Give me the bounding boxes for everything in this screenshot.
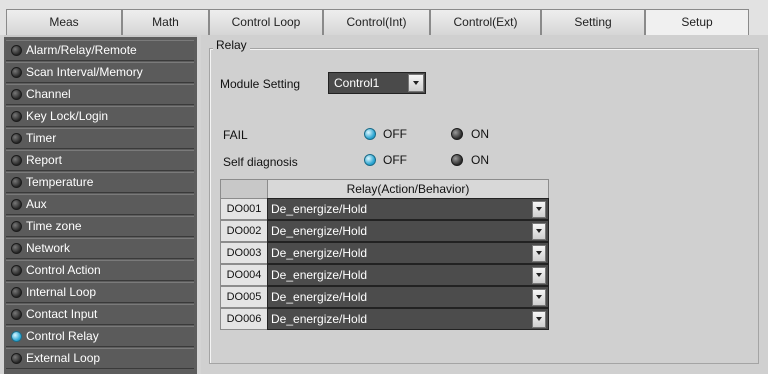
cell-value: De_energize/Hold [271,312,368,326]
chevron-down-icon[interactable] [532,311,546,328]
row-label: DO002 [220,220,268,242]
relay-select-do004[interactable]: De_energize/Hold [267,264,549,286]
status-dot-icon [11,133,22,144]
row-label: DO003 [220,242,268,264]
sidebar-item-channel[interactable]: Channel [6,84,194,105]
relay-select-do005[interactable]: De_energize/Hold [267,286,549,308]
tab-setting[interactable]: Setting [541,9,645,35]
sidebar-item-label: Timer [26,131,57,145]
status-dot-icon [11,89,22,100]
sidebar-item-key-lock-login[interactable]: Key Lock/Login [6,106,194,127]
sidebar-item-label: Internal Loop [26,285,97,299]
sidebar-item-alarm-relay-remote[interactable]: Alarm/Relay/Remote [6,40,194,61]
tab-control-loop[interactable]: Control Loop [209,9,323,35]
fail-off-label: OFF [383,127,407,141]
status-dot-icon [11,177,22,188]
module-setting-select[interactable]: Control1 [328,72,426,94]
chevron-down-icon[interactable] [532,245,546,262]
self-diagnosis-off-label: OFF [383,153,407,167]
tab-control-ext[interactable]: Control(Ext) [430,9,541,35]
sidebar-item-temperature[interactable]: Temperature [6,172,194,193]
self-diagnosis-on-label: ON [471,153,489,167]
fail-off-radio[interactable] [364,128,376,140]
chevron-down-icon[interactable] [532,223,546,240]
cell-value: De_energize/Hold [271,268,368,282]
sidebar-item-label: Time zone [26,219,82,233]
chevron-down-icon[interactable] [532,289,546,306]
relay-select-do002[interactable]: De_energize/Hold [267,220,549,242]
row-label: DO005 [220,286,268,308]
sidebar-item-label: Channel [26,87,71,101]
status-dot-icon [11,265,22,276]
chevron-down-icon[interactable] [532,267,546,284]
relay-select-do003[interactable]: De_energize/Hold [267,242,549,264]
cell-value: De_energize/Hold [271,224,368,238]
chevron-down-icon[interactable] [532,201,546,218]
sidebar-item-timer[interactable]: Timer [6,128,194,149]
fail-on-label: ON [471,127,489,141]
sidebar-item-label: Network [26,241,71,255]
self-diagnosis-off-radio[interactable] [364,154,376,166]
cell-value: De_energize/Hold [271,246,368,260]
sidebar-item-external-loop[interactable]: External Loop [6,348,194,369]
tab-setup[interactable]: Setup [645,9,749,36]
status-dot-icon [11,287,22,298]
sidebar-item-label: Report [26,153,63,167]
row-label: DO001 [220,198,268,220]
self-diagnosis-on-radio[interactable] [451,154,463,166]
chevron-down-icon[interactable] [408,74,424,92]
cell-value: De_energize/Hold [271,202,368,216]
status-dot-icon [11,243,22,254]
sidebar-item-label: Key Lock/Login [26,109,109,123]
table-corner [220,179,268,199]
sidebar-item-aux[interactable]: Aux [6,194,194,215]
row-label: DO004 [220,264,268,286]
status-dot-icon [11,111,22,122]
sidebar-item-label: Contact Input [26,307,98,321]
group-title: Relay [213,38,250,52]
status-dot-icon [11,67,22,78]
row-label: DO006 [220,308,268,330]
sidebar-item-label: Aux [26,197,47,211]
sidebar-item-contact-input[interactable]: Contact Input [6,304,194,325]
status-dot-icon [11,221,22,232]
table-header: Relay(Action/Behavior) [267,179,549,199]
sidebar-item-control-relay[interactable]: Control Relay [6,326,194,347]
fail-label: FAIL [223,128,248,142]
cell-value: De_energize/Hold [271,290,368,304]
sidebar-item-scan-interval-memory[interactable]: Scan Interval/Memory [6,62,194,83]
module-setting-value: Control1 [334,76,380,90]
status-dot-icon [11,353,22,364]
sidebar-item-label: Temperature [26,175,94,189]
tab-control-int[interactable]: Control(Int) [323,9,430,35]
self-diagnosis-label: Self diagnosis [223,155,298,169]
sidebar: Alarm/Relay/Remote Scan Interval/Memory … [4,35,197,374]
sidebar-item-label: Control Relay [26,329,99,343]
status-dot-icon [11,155,22,166]
sidebar-item-report[interactable]: Report [6,150,194,171]
tab-bar: Meas Math Control Loop Control(Int) Cont… [0,0,768,36]
status-dot-icon [11,45,22,56]
main-panel: Relay Module Setting Control1 FAIL OFF O… [201,35,768,374]
sidebar-item-time-zone[interactable]: Time zone [6,216,194,237]
module-setting-label: Module Setting [220,77,301,91]
tab-math[interactable]: Math [122,9,209,35]
status-dot-icon [11,309,22,320]
fail-on-radio[interactable] [451,128,463,140]
sidebar-item-label: Scan Interval/Memory [26,65,143,79]
sidebar-item-label: Alarm/Relay/Remote [26,43,137,57]
sidebar-item-network[interactable]: Network [6,238,194,259]
relay-select-do001[interactable]: De_energize/Hold [267,198,549,220]
sidebar-item-control-action[interactable]: Control Action [6,260,194,281]
sidebar-item-internal-loop[interactable]: Internal Loop [6,282,194,303]
tab-meas[interactable]: Meas [6,9,122,35]
status-dot-icon [11,199,22,210]
selected-dot-icon [11,331,22,342]
sidebar-item-label: External Loop [26,351,101,365]
sidebar-item-label: Control Action [26,263,101,277]
relay-select-do006[interactable]: De_energize/Hold [267,308,549,330]
